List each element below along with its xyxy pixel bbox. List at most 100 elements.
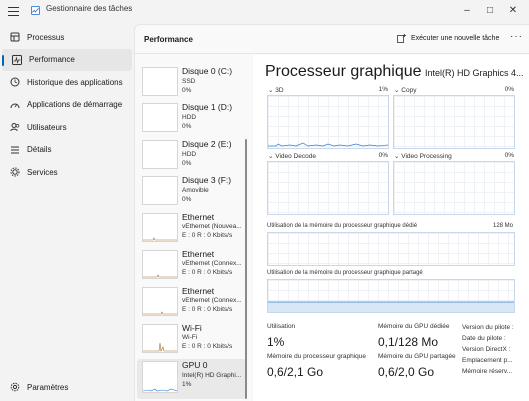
device-usage: 1% <box>182 381 192 388</box>
close-button[interactable]: ✕ <box>502 2 524 18</box>
list-item[interactable]: Ethernet vEthernet (Nouvea... E : 0 R : … <box>137 211 247 245</box>
device-type: Amovible <box>182 187 209 194</box>
list-item[interactable]: Wi-Fi Wi-Fi E : 0 R : 0 Kbits/s <box>137 322 247 356</box>
graph-label: ⌄ Copy <box>394 86 416 94</box>
graph-thumbnail <box>142 287 178 316</box>
device-name: Ethernet <box>182 249 215 259</box>
graph-3d-value: 1% <box>378 86 388 93</box>
shared-memory-fill <box>268 301 514 312</box>
run-task-icon <box>397 34 406 43</box>
graph-thumbnail <box>142 213 178 242</box>
minimize-button[interactable]: – <box>456 2 478 18</box>
sidebar-item-history[interactable]: Historique des applications <box>0 71 134 94</box>
sidebar-item-performance[interactable]: Performance <box>2 48 132 71</box>
shared-memory-label: Utilisation de la mémoire du processeur … <box>267 270 423 276</box>
device-name: Ethernet <box>182 212 215 222</box>
device-throughput: E : 0 R : 0 Kbits/s <box>182 306 233 313</box>
graph-copy: ⌄ Copy 0% <box>393 86 515 149</box>
device-name: Disque 0 (C:) <box>182 66 233 76</box>
sidebar-item-services[interactable]: Services <box>0 161 134 184</box>
gpu-model: Intel(R) HD Graphics 4... <box>425 68 524 78</box>
device-name: Disque 1 (D:) <box>182 102 233 112</box>
gear-icon <box>10 382 20 392</box>
sidebar-item-label: Applications de démarrage <box>27 100 123 110</box>
sidebar-item-processus[interactable]: Processus <box>0 26 134 49</box>
chevron-down-icon[interactable]: ⌄ <box>394 87 399 94</box>
dedicated-memory-max: 128 Mo <box>493 223 514 229</box>
speedometer-icon <box>10 100 20 110</box>
list-item[interactable]: Ethernet vEthernet (Connex... E : 0 R : … <box>137 248 247 282</box>
device-name: Disque 2 (E:) <box>182 139 232 149</box>
net-sparkline <box>143 237 177 241</box>
gpu-sparkline <box>142 388 178 392</box>
run-task-label: Exécuter une nouvelle tâche <box>411 35 500 42</box>
utilization-label: Utilisation <box>267 323 296 330</box>
graph-video-processing-label: Video Processing <box>401 153 452 160</box>
graph-3d-label: 3D <box>275 87 284 94</box>
chevron-down-icon[interactable]: ⌄ <box>268 87 273 94</box>
list-item[interactable]: Disque 2 (E:) HDD 0% <box>137 138 247 172</box>
sidebar-item-users[interactable]: Utilisateurs <box>0 116 134 139</box>
window-title: Gestionnaire des tâches <box>46 4 133 13</box>
physical-location-label: Emplacement p... <box>462 357 513 364</box>
list-item[interactable]: Disque 1 (D:) HDD 0% <box>137 101 247 135</box>
gpu-memory-label: Mémoire du processeur graphique <box>267 353 366 360</box>
sidebar-item-label: Processus <box>27 32 65 42</box>
graph-video-decode-label: Video Decode <box>275 153 316 160</box>
device-throughput: E : 0 R : 0 Kbits/s <box>182 232 233 239</box>
list-item[interactable]: Disque 0 (C:) SSD 0% <box>137 65 247 99</box>
list-item[interactable]: ... <box>137 55 247 61</box>
pulse-icon <box>12 54 22 65</box>
shared-gpu-memory-label: Mémoire du GPU partagée <box>378 353 456 360</box>
grid-icon <box>10 32 20 42</box>
device-throughput: E : 0 R : 0 Kbits/s <box>182 269 233 276</box>
reserved-memory-label: Mémoire réserv... <box>462 368 513 375</box>
list-item[interactable]: Disque 3 (F:) Amovible 0% <box>137 174 247 208</box>
maximize-button[interactable]: □ <box>479 2 501 18</box>
graph-label: ⌄ Video Processing <box>394 152 452 160</box>
driver-version-label: Version du pilote : <box>462 324 514 331</box>
device-name: Wi-Fi <box>182 323 202 333</box>
net-sparkline <box>143 311 177 315</box>
sidebar-item-settings[interactable]: Paramètres <box>0 377 134 397</box>
sidebar-item-label: Détails <box>27 145 52 155</box>
chevron-down-icon[interactable]: ⌄ <box>268 153 273 160</box>
task-manager-app-icon <box>31 6 40 15</box>
device-name: Disque 3 (F:) <box>182 175 232 185</box>
title-bar: Gestionnaire des tâches – □ ✕ <box>0 0 529 22</box>
more-options-button[interactable]: ··· <box>510 31 523 42</box>
hamburger-menu-icon[interactable] <box>8 7 19 16</box>
page-title: Performance <box>144 35 193 44</box>
run-new-task-button[interactable]: Exécuter une nouvelle tâche <box>397 34 499 43</box>
device-adapter: vEthernet (Nouvea... <box>182 223 242 230</box>
sidebar-item-label: Performance <box>29 55 75 65</box>
graph-video-processing: ⌄ Video Processing 0% <box>393 152 515 215</box>
graph-video-decode: ⌄ Video Decode 0% <box>267 152 389 215</box>
sidebar-item-label: Utilisateurs <box>27 122 67 132</box>
scrollbar[interactable] <box>245 139 247 399</box>
graph-thumbnail <box>142 361 178 393</box>
list-item[interactable]: GPU 0 Intel(R) HD Graphi... 1% <box>137 359 247 399</box>
list-icon <box>10 145 20 155</box>
sidebar-item-startup[interactable]: Applications de démarrage <box>0 94 134 117</box>
device-list[interactable]: ... Disque 0 (C:) SSD 0% Disque 1 (D:) H… <box>135 55 249 401</box>
settings-label: Paramètres <box>27 382 69 392</box>
device-type: HDD <box>182 114 197 121</box>
device-adapter: vEthernet (Connex... <box>182 297 242 304</box>
chevron-down-icon[interactable]: ⌄ <box>394 153 399 160</box>
sidebar-item-details[interactable]: Détails <box>0 139 134 162</box>
device-throughput: E : 0 R : 0 Kbits/s <box>182 343 233 350</box>
device-type: SSD <box>182 78 196 85</box>
main-panel: Performance Exécuter une nouvelle tâche … <box>134 24 529 401</box>
graph-thumbnail <box>142 67 178 96</box>
list-item[interactable]: Ethernet vEthernet (Connex... E : 0 R : … <box>137 285 247 319</box>
shared-gpu-memory-value: 0,6/2,0 Go <box>378 365 435 379</box>
graph-3d-line <box>268 142 388 147</box>
sidebar-item-label: Historique des applications <box>27 77 123 87</box>
driver-date-label: Date du pilote : <box>462 335 506 342</box>
graph-grid <box>268 233 514 265</box>
graph-copy-value: 0% <box>504 86 514 93</box>
graph-video-processing-value: 0% <box>504 152 514 159</box>
services-icon <box>10 167 20 177</box>
device-adapter: Intel(R) HD Graphi... <box>182 372 242 379</box>
